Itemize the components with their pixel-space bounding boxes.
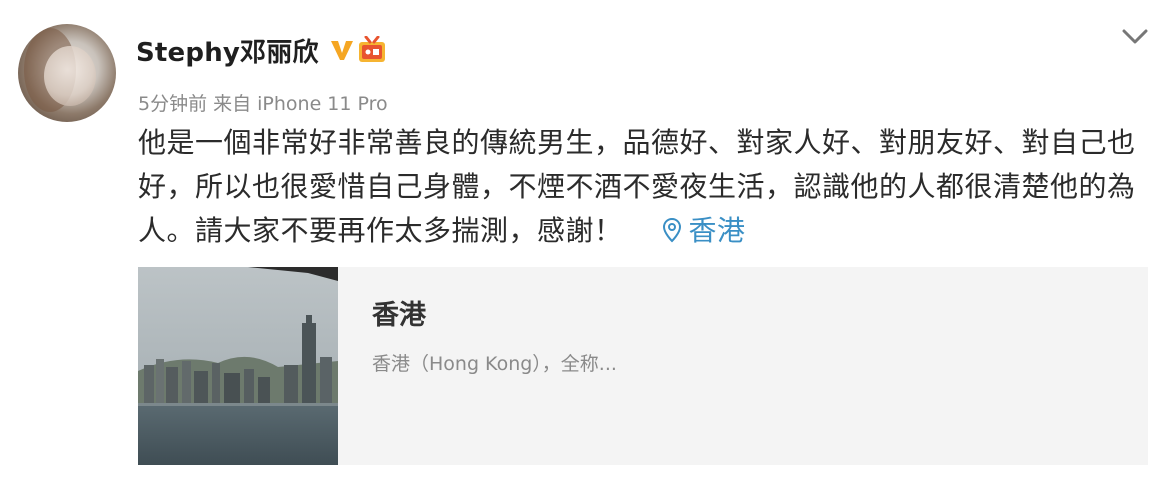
post-time: 5分钟前 [138, 93, 208, 115]
member-badge-icon[interactable] [357, 36, 387, 64]
chevron-down-icon[interactable] [1118, 22, 1152, 50]
post-source[interactable]: 来自 iPhone 11 Pro [213, 89, 388, 116]
post-text: 他是一個非常好非常善良的傳統男生，品德好、對家人好、對朋友好、對自己也好，所以也… [138, 126, 1136, 247]
hong-kong-skyline-image [138, 267, 338, 465]
post-meta: 5分钟前 来自 iPhone 11 Pro [138, 89, 388, 116]
card-title[interactable]: 香港 [372, 293, 426, 332]
location-card[interactable]: 香港 香港（Hong Kong），全称... [138, 267, 1148, 465]
post-content: 他是一個非常好非常善良的傳統男生，品德好、對家人好、對朋友好、對自己也好，所以也… [138, 121, 1148, 253]
card-description: 香港（Hong Kong），全称... [372, 353, 617, 375]
username[interactable]: Stephy邓丽欣 [136, 32, 319, 69]
avatar[interactable] [18, 24, 116, 122]
location-link[interactable]: 香港 [661, 214, 746, 247]
location-pin-icon [662, 217, 681, 243]
weibo-post: Stephy邓丽欣 5分钟前 来自 iPhone 11 Pro 他是一個非常好非… [0, 0, 1172, 482]
avatar-face [44, 46, 96, 106]
vip-v-icon[interactable] [329, 37, 355, 63]
post-header: Stephy邓丽欣 [136, 30, 387, 70]
location-label: 香港 [688, 214, 746, 247]
